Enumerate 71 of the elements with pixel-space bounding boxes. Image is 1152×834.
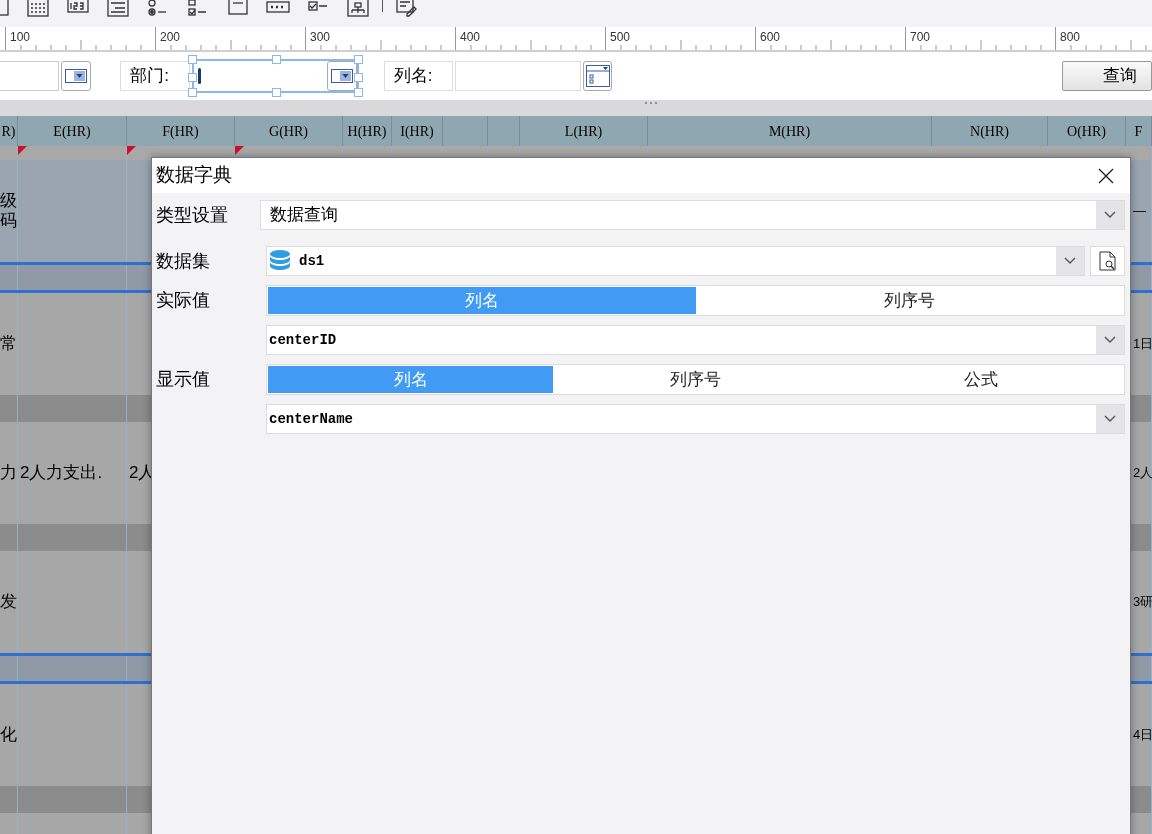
cell-text: 级 xyxy=(0,191,17,211)
dropdown-arrow-button[interactable] xyxy=(1096,201,1124,229)
cell-text: 化 xyxy=(0,725,17,745)
dropdown-button[interactable] xyxy=(326,61,357,91)
database-icon xyxy=(269,249,291,273)
filter-field[interactable] xyxy=(0,61,60,91)
chevron-down-icon xyxy=(1104,336,1116,344)
cell-text: 3研 xyxy=(1132,593,1151,611)
ruler-label: 400 xyxy=(460,29,481,46)
column-header: L(HR) xyxy=(564,122,603,141)
field-label: 显示值 xyxy=(156,368,210,391)
ruler-label: 300 xyxy=(310,29,331,46)
dropdown-box-icon xyxy=(65,69,88,83)
dropdown-arrow-button[interactable] xyxy=(1096,405,1124,433)
column-header: N(HR) xyxy=(970,122,1009,141)
column-header: O(HR) xyxy=(1067,122,1106,141)
column-header: H(HR) xyxy=(347,122,387,141)
dataset-select[interactable]: ds1 xyxy=(266,246,1085,276)
cell-text: 1日 xyxy=(1132,335,1151,353)
chevron-down-icon xyxy=(1104,415,1116,423)
column-name-field[interactable] xyxy=(454,61,582,91)
ruler-label: 500 xyxy=(610,29,631,46)
ruler-label: 200 xyxy=(160,29,181,46)
column-header: R) xyxy=(1,122,16,141)
column-header: F(HR) xyxy=(162,122,199,141)
cell-text: 4日 xyxy=(1132,726,1151,744)
column-header: G(HR) xyxy=(269,122,308,141)
list-box-icon xyxy=(585,65,610,87)
cell-text: 力 xyxy=(0,463,17,483)
cell-text: 码 xyxy=(0,211,17,231)
cell-text: 2人力支出. xyxy=(19,463,104,483)
column-header: F xyxy=(1134,122,1143,141)
cell-text: 常 xyxy=(0,334,17,354)
field-label: 实际值 xyxy=(156,289,210,312)
chevron-down-icon xyxy=(1104,211,1116,219)
ruler-label: 600 xyxy=(760,29,781,46)
column-header: M(HR) xyxy=(768,122,811,141)
cell-text: 发 xyxy=(0,592,17,612)
field-label: 类型设置 xyxy=(156,203,228,227)
grid-icon[interactable] xyxy=(26,0,50,20)
resize-handle[interactable] xyxy=(271,55,281,64)
column-header: E(HR) xyxy=(53,122,91,141)
chevron-down-icon xyxy=(1064,257,1076,265)
column-header: I(HR) xyxy=(400,122,434,141)
tree-icon[interactable] xyxy=(346,0,370,20)
field-label: 列名: xyxy=(383,61,453,91)
text-lines-icon[interactable] xyxy=(106,0,130,20)
field-label: 数据集 xyxy=(156,249,210,273)
dialog-title: 数据字典 xyxy=(156,163,232,188)
grip-dots-icon xyxy=(644,100,658,106)
dropdown-arrow-button[interactable] xyxy=(1096,326,1124,354)
document-search-icon xyxy=(1098,251,1117,271)
dropdown-arrow-button[interactable] xyxy=(1056,247,1084,275)
cell-text: 2人 xyxy=(1132,464,1151,482)
field-label: 部门: xyxy=(120,61,190,91)
ruler-label: 100 xyxy=(10,29,31,46)
edit-icon[interactable] xyxy=(395,0,419,20)
preview-button[interactable] xyxy=(1090,246,1125,276)
list-picker-button[interactable] xyxy=(583,61,612,91)
query-button[interactable]: 查询 xyxy=(1062,61,1152,91)
text-cursor xyxy=(197,68,201,84)
column-select[interactable]: centerID xyxy=(266,325,1125,355)
dropdown-box-icon xyxy=(330,69,353,83)
column-select[interactable]: centerName xyxy=(266,404,1125,434)
cell-text: — xyxy=(1132,202,1147,220)
ruler-label: 800 xyxy=(1060,29,1081,46)
type-select[interactable]: 数据查询 xyxy=(260,200,1125,230)
resize-handle[interactable] xyxy=(271,88,281,97)
close-icon xyxy=(1098,167,1114,184)
dropdown-button[interactable] xyxy=(61,61,92,91)
ruler-label: 700 xyxy=(910,29,931,46)
